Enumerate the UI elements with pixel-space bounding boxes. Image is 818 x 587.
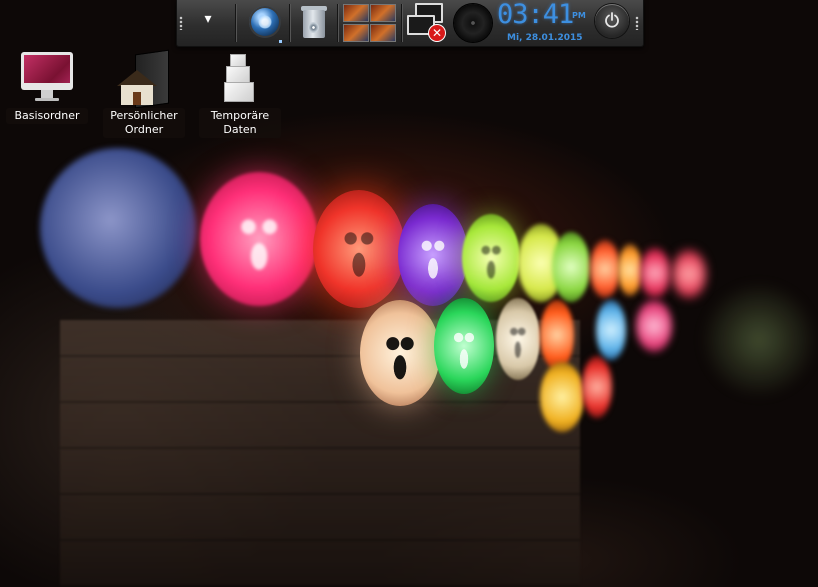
mask-face	[223, 198, 295, 280]
application-menu-button[interactable]: ▾	[187, 3, 229, 43]
top-panel: ▾ ✕ 03:41 PM Mi, 28.01.2015	[176, 0, 644, 47]
lantern-distant-1	[590, 240, 620, 298]
tunnel-exit-light	[700, 280, 818, 400]
lantern-pink	[200, 172, 318, 306]
power-button-face	[595, 4, 629, 38]
mask-face	[331, 213, 387, 285]
desktop-icon-label: Basisordner	[6, 108, 88, 124]
chevron-down-icon: ▾	[204, 11, 212, 27]
computer-base	[35, 98, 59, 101]
lantern-lime	[462, 214, 520, 302]
lantern-pink-lower	[636, 300, 672, 352]
desktop-icon-basisordner[interactable]: Basisordner	[2, 52, 92, 142]
lantern-green-small	[552, 232, 590, 302]
virtual-desktop-pager[interactable]	[343, 3, 397, 43]
lantern-white	[496, 298, 540, 380]
launcher-indicator	[279, 40, 282, 43]
computer-icon	[21, 52, 73, 104]
lantern-cyan	[596, 300, 626, 360]
lantern-purple	[398, 204, 468, 306]
application-launcher-button[interactable]	[247, 3, 283, 43]
mask-face	[504, 314, 532, 364]
lantern-red-lower	[582, 356, 612, 418]
panel-drag-handle-right[interactable]	[635, 16, 639, 30]
lantern-distant-2	[618, 244, 642, 296]
lantern-distant-3	[640, 248, 670, 298]
mask-face	[446, 317, 482, 375]
network-status-button[interactable]: ✕	[405, 3, 449, 43]
power-icon	[605, 12, 619, 28]
computer-stand	[41, 90, 53, 98]
trash-button[interactable]	[299, 3, 329, 43]
pager-desktop-2[interactable]	[370, 4, 396, 22]
power-button[interactable]	[595, 3, 631, 43]
lantern-cream	[360, 300, 440, 406]
desktop-icon-persoenlicher-ordner[interactable]: Persönlicher Ordner	[99, 49, 189, 142]
mask-face	[412, 224, 454, 286]
pager-desktop-4[interactable]	[370, 24, 396, 42]
pager-desktop-1[interactable]	[343, 4, 369, 22]
digital-clock[interactable]: 03:41 PM Mi, 28.01.2015	[497, 0, 593, 44]
lantern-green	[434, 298, 494, 394]
lantern-red	[313, 190, 405, 308]
pager-desktop-3[interactable]	[343, 24, 369, 42]
kde-launcher-icon	[249, 6, 281, 38]
speaker-icon	[454, 4, 492, 42]
mask-face	[376, 321, 424, 385]
mask-face	[473, 231, 509, 285]
house-roof	[117, 70, 157, 86]
clock-date: Mi, 28.01.2015	[507, 33, 583, 43]
clock-ampm: PM	[572, 11, 586, 20]
panel-separator	[289, 4, 290, 42]
computer-screen	[21, 52, 73, 90]
lantern-orange	[540, 300, 574, 370]
desktop-icon-label: Temporäre Daten	[199, 108, 281, 138]
network-disconnected-icon: ✕	[429, 25, 445, 41]
boxes-icon	[222, 54, 258, 104]
lantern-yellow	[540, 362, 584, 432]
box	[224, 82, 254, 102]
panel-drag-handle-left[interactable]	[179, 16, 183, 30]
panel-separator	[401, 4, 402, 42]
panel-separator	[235, 4, 236, 42]
home-folder-icon	[117, 49, 171, 109]
desktop-icon-label: Persönlicher Ordner	[103, 108, 185, 138]
lantern-blue	[40, 148, 196, 308]
desktop-icon-temporaere-daten[interactable]: Temporäre Daten	[195, 52, 285, 142]
house-door	[133, 92, 141, 105]
panel-separator	[337, 4, 338, 42]
volume-control[interactable]	[453, 3, 493, 43]
trash-disc	[308, 22, 319, 33]
clock-time: 03:41	[497, 0, 574, 30]
